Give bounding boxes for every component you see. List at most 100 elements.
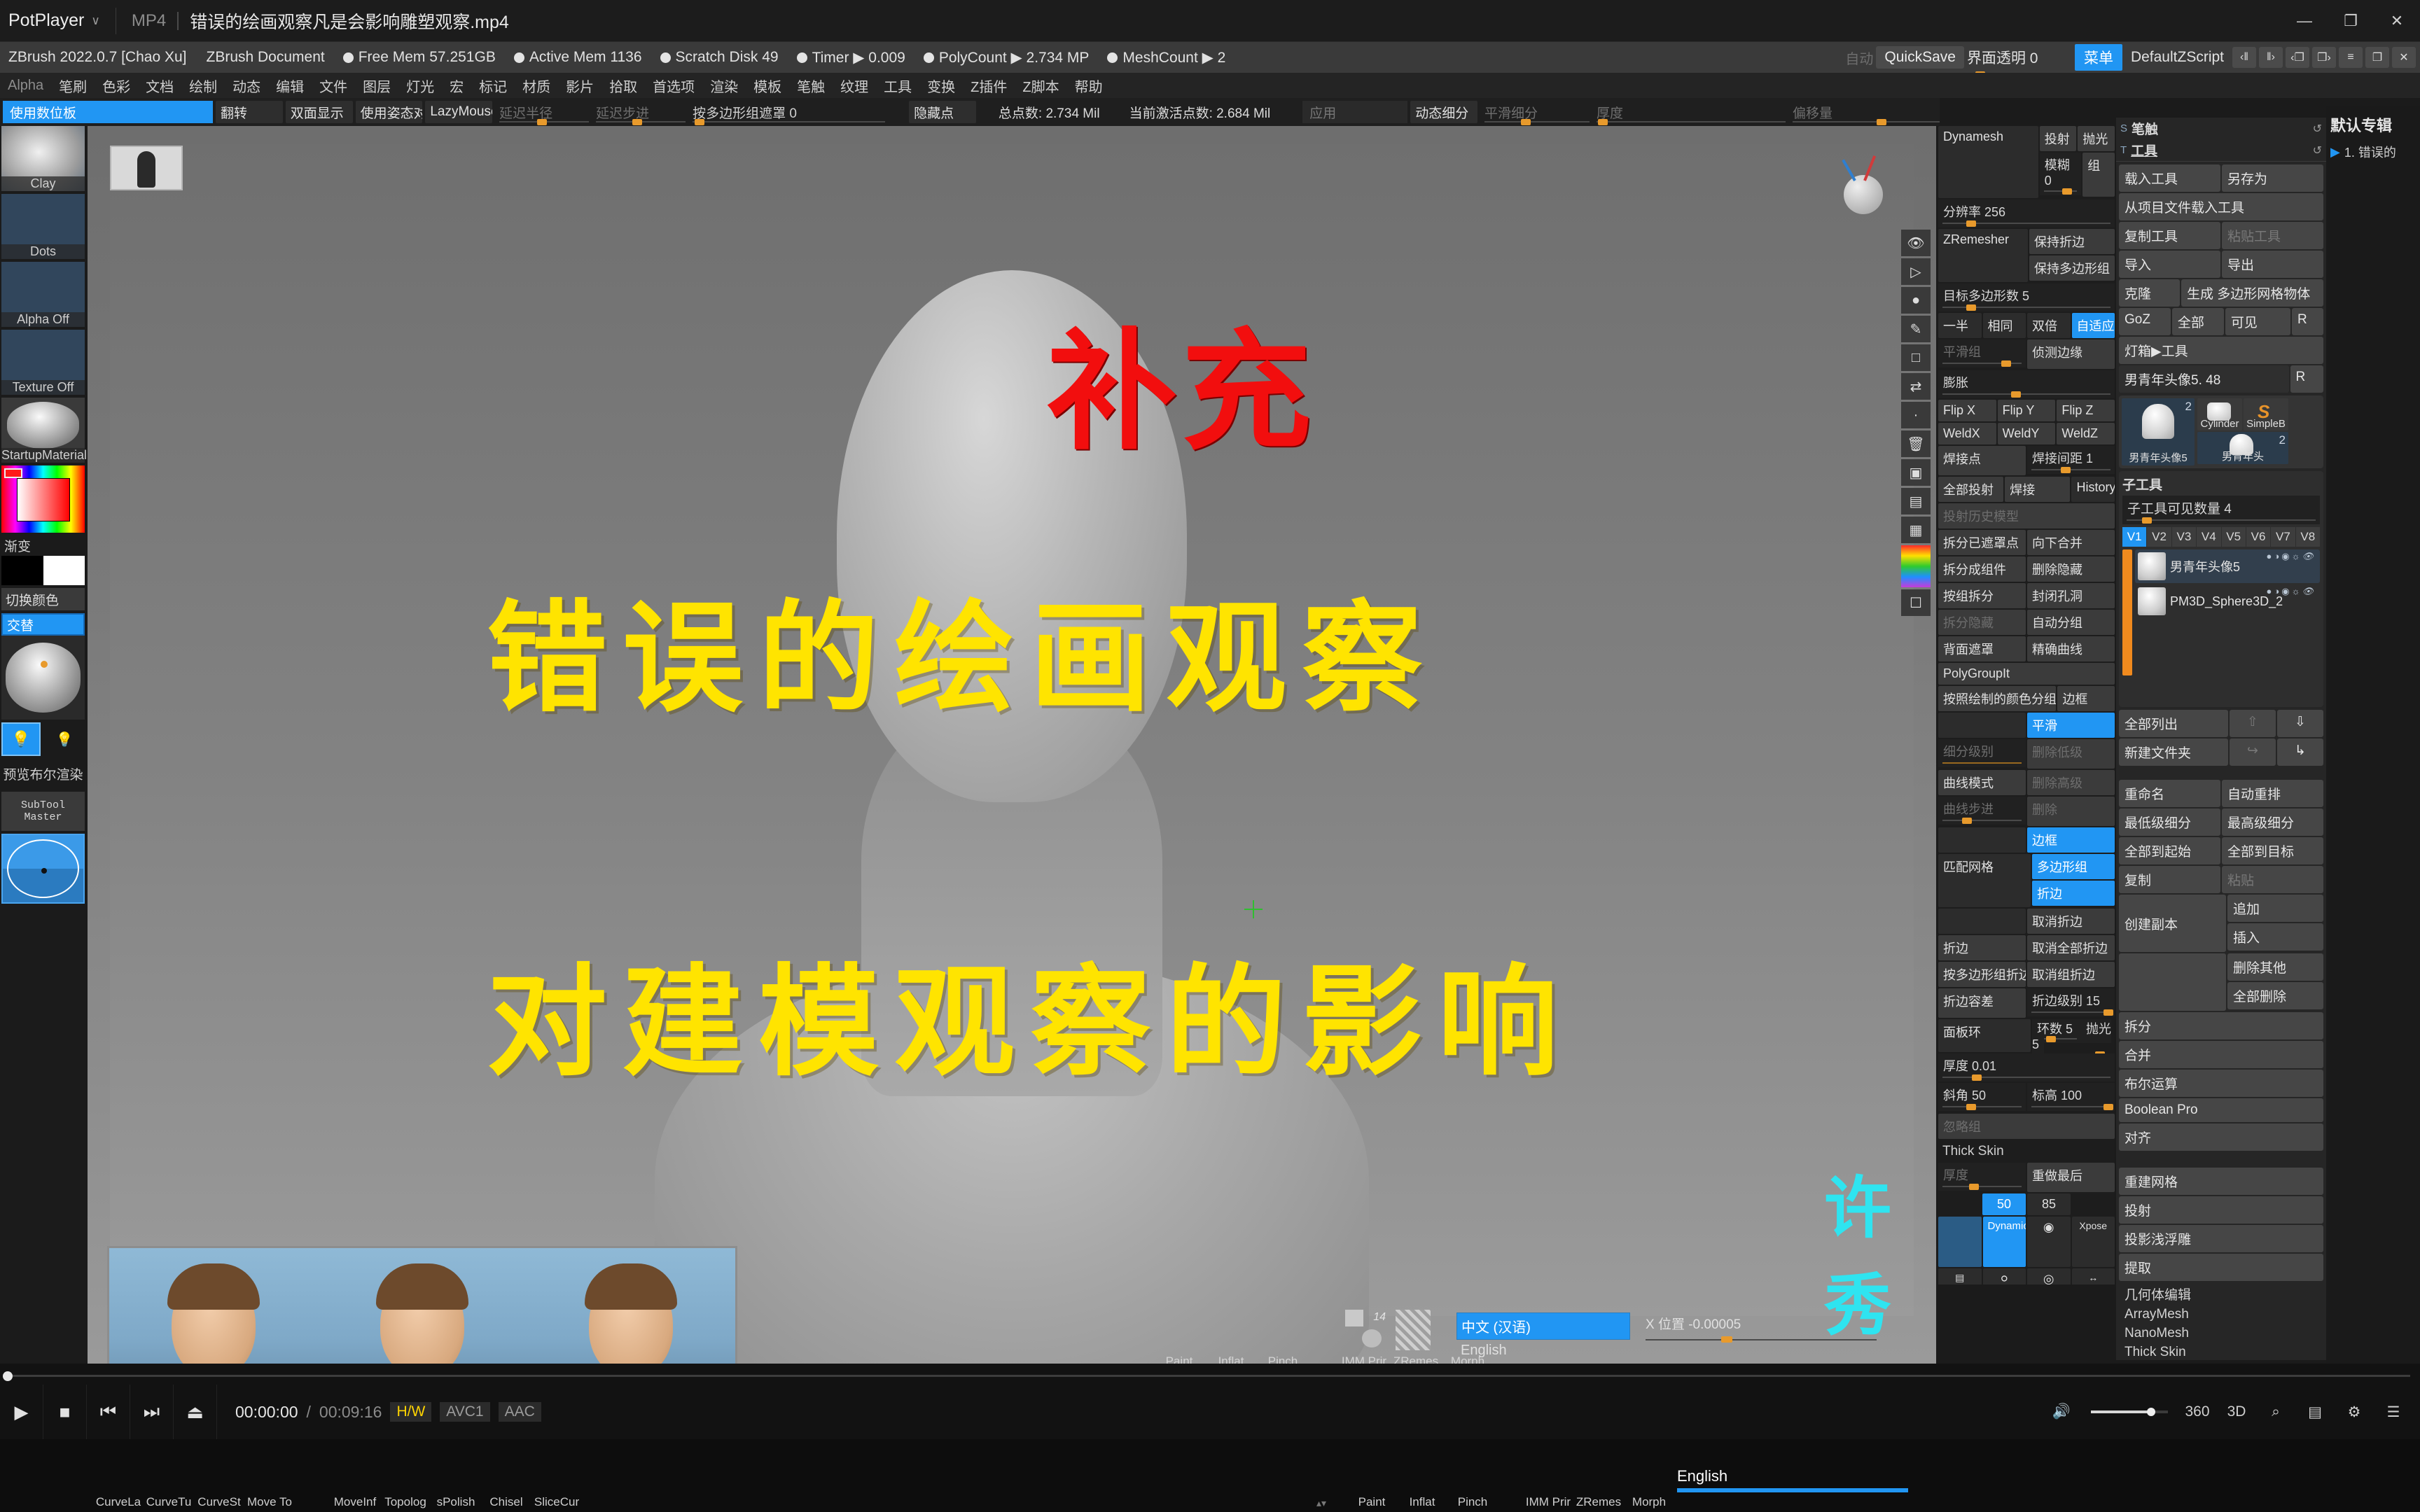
menu-item-document[interactable]: 文档 bbox=[138, 76, 181, 96]
flip-x-button[interactable]: Flip X bbox=[1938, 400, 1996, 421]
curve-mode-button[interactable]: 曲线模式 bbox=[1938, 770, 2026, 795]
history-recall-button[interactable]: HistoryR bbox=[2071, 477, 2115, 502]
extract-section[interactable]: 提取 bbox=[2119, 1254, 2323, 1281]
brush-moveinfinite[interactable]: MoveInf bbox=[334, 1464, 376, 1508]
hw-accel-badge[interactable]: H/W bbox=[390, 1402, 432, 1422]
color-pair[interactable] bbox=[1, 556, 85, 585]
goz-visible-button[interactable]: 可见 bbox=[2225, 308, 2291, 335]
menu-item-color[interactable]: 色彩 bbox=[95, 76, 138, 96]
alpha-swatch[interactable]: Alpha Off bbox=[1, 262, 85, 327]
volume-icon[interactable]: 🔊 bbox=[2042, 1385, 2081, 1439]
load-tool-button[interactable]: 载入工具 bbox=[2119, 164, 2220, 192]
crease-tolerance-label[interactable]: 折边容差 bbox=[1938, 988, 2026, 1018]
accurate-curve-button[interactable]: 精确曲线 bbox=[2027, 636, 2115, 662]
menu-item-edit[interactable]: 编辑 bbox=[268, 76, 312, 96]
chevron-down-icon[interactable]: ∨ bbox=[91, 14, 99, 28]
use-tablet-button[interactable]: 使用数位板 bbox=[3, 101, 213, 123]
flip-z-button[interactable]: Flip Z bbox=[2057, 400, 2115, 421]
brush-slicecurve[interactable]: SliceCur bbox=[534, 1464, 579, 1508]
paste-tool-button[interactable]: 粘贴工具 bbox=[2222, 222, 2323, 249]
subtool-visible-count-slider[interactable]: 子工具可见数量 4 bbox=[2122, 496, 2320, 524]
menu-item-layer[interactable]: 图层 bbox=[355, 76, 398, 96]
subtool-header[interactable]: 子工具 bbox=[2122, 475, 2320, 496]
project-bas-section[interactable]: 投影浅浮雕 bbox=[2119, 1225, 2323, 1252]
brush-zremesher[interactable]: ZRemes bbox=[1393, 1310, 1438, 1368]
slider-knob[interactable] bbox=[1966, 304, 1976, 311]
zremesher-button[interactable]: ZRemesher bbox=[1938, 229, 2028, 282]
project-history-button[interactable]: 投射历史模型 bbox=[1938, 503, 2115, 528]
flip-y-button[interactable]: Flip Y bbox=[1997, 400, 2056, 421]
lazymouse-button[interactable]: LazyMouse bbox=[425, 101, 493, 123]
double-button[interactable]: 双倍 bbox=[2027, 313, 2071, 338]
brush-chisel[interactable]: Chisel bbox=[486, 1464, 527, 1508]
xpose-icon[interactable]: Xpose bbox=[2071, 1217, 2115, 1267]
all-to-target-button[interactable]: 全部到目标 bbox=[2222, 837, 2323, 864]
export-button[interactable]: 导出 bbox=[2222, 251, 2323, 278]
current-tool-r-button[interactable]: R bbox=[2290, 365, 2323, 393]
gizmo-ball-icon[interactable] bbox=[1844, 175, 1883, 214]
slider-knob[interactable] bbox=[2001, 360, 2011, 367]
clone-button[interactable]: 克隆 bbox=[2119, 279, 2180, 307]
alternate-button[interactable]: 交替 bbox=[1, 613, 85, 636]
quicksave-button[interactable]: QuickSave bbox=[1876, 46, 1964, 69]
dynamesh-button[interactable]: Dynamesh bbox=[1938, 126, 2038, 198]
lightbulb-on-icon[interactable]: 💡 bbox=[1, 722, 41, 756]
seek-bar[interactable] bbox=[0, 1371, 2420, 1381]
brush-curvestrap[interactable]: CurveSt bbox=[197, 1464, 240, 1508]
playlist-icon[interactable]: ▤ bbox=[2295, 1385, 2335, 1439]
seek-track[interactable] bbox=[10, 1375, 2410, 1377]
all-to-start-button[interactable]: 全部到起始 bbox=[2119, 837, 2220, 864]
hide-points-button[interactable]: 隐藏点 bbox=[909, 101, 976, 123]
boolean-section[interactable]: 布尔运算 bbox=[2119, 1070, 2323, 1097]
x-position-slider[interactable]: X 位置 -0.00005 bbox=[1646, 1314, 1877, 1343]
color-gradient-icon[interactable] bbox=[1901, 545, 1931, 587]
document-thumbnail[interactable] bbox=[110, 146, 183, 190]
ignore-groups-button[interactable]: 忽略组 bbox=[1938, 1114, 2115, 1139]
subdiv-level-slider[interactable]: 细分级别 bbox=[1938, 739, 2026, 767]
weld-x-button[interactable]: WeldX bbox=[1938, 423, 1996, 444]
split-section[interactable]: 拆分 bbox=[2119, 1012, 2323, 1040]
tool-thumb[interactable]: 2 男青年头 bbox=[2197, 432, 2288, 464]
panel-loops-button[interactable]: 面板环 bbox=[1938, 1019, 2031, 1052]
menu-item-zscript[interactable]: Z脚本 bbox=[1015, 76, 1066, 96]
menu-item-marker[interactable]: 标记 bbox=[471, 76, 515, 96]
brush-pinch[interactable]: Pinch bbox=[1263, 1310, 1303, 1368]
slider-knob[interactable] bbox=[2142, 517, 2152, 524]
gear-icon[interactable]: ⚙ bbox=[2335, 1385, 2374, 1439]
texture-swatch[interactable]: Texture Off bbox=[1, 330, 85, 395]
move-up-icon[interactable]: ⇧ bbox=[2230, 710, 2276, 737]
eye-icon[interactable]: 👁 bbox=[1901, 230, 1931, 256]
seek-knob[interactable] bbox=[3, 1371, 13, 1381]
detect-edges-button[interactable]: 侦测边缘 bbox=[2027, 340, 2115, 369]
brush-palette-header[interactable]: S 笔触 ↺ bbox=[2116, 118, 2326, 139]
stroke-swatch[interactable]: Dots bbox=[1, 194, 85, 259]
backface-mask-button[interactable]: 背面遮罩 bbox=[1938, 636, 2026, 662]
gizmo-preview[interactable] bbox=[1, 834, 85, 904]
brush-paint-2[interactable]: Paint bbox=[1351, 1464, 1392, 1508]
brush-morph-2[interactable]: Morph bbox=[1629, 1464, 1669, 1508]
scale-icon[interactable]: ⇄ bbox=[1901, 373, 1931, 400]
brush-spolish[interactable]: sPolish bbox=[436, 1464, 476, 1508]
uncrease-button[interactable]: 取消折边 bbox=[2027, 909, 2115, 934]
rotate-button[interactable]: 翻转 bbox=[216, 101, 283, 123]
smooth-button[interactable]: 平滑 bbox=[2027, 713, 2115, 738]
menu-item-tool[interactable]: 工具 bbox=[876, 76, 919, 96]
copy-tool-button[interactable]: 复制工具 bbox=[2119, 222, 2220, 249]
eraser-icon[interactable]: □ bbox=[1901, 344, 1931, 371]
smooth-group-slider[interactable]: 平滑组 bbox=[1938, 340, 2026, 368]
close-icon[interactable]: ✕ bbox=[2374, 0, 2420, 42]
switch-color-button[interactable]: 切换颜色 bbox=[1, 588, 85, 610]
slider-knob[interactable] bbox=[1966, 220, 1976, 227]
new-folder-button[interactable]: 新建文件夹 bbox=[2119, 738, 2228, 766]
section-geometry-editing[interactable]: 几何体编辑 bbox=[2125, 1287, 2318, 1306]
layout-prev-icon[interactable]: ‹❐ bbox=[2286, 47, 2309, 68]
tool-thumb[interactable]: 2 男青年头像5 bbox=[2122, 398, 2195, 465]
half-button[interactable]: 一半 bbox=[1938, 313, 1982, 338]
slider-knob[interactable] bbox=[1721, 1336, 1732, 1343]
goz-button[interactable]: GoZ bbox=[2119, 308, 2171, 335]
resize-handle[interactable]: ▴▾ bbox=[1316, 1497, 1326, 1509]
subtool-item[interactable]: PM3D_Sphere3D_2 ●◑◉☼👁 bbox=[2135, 584, 2320, 618]
polygroupit-button[interactable]: PolyGroupIt bbox=[1938, 663, 2115, 685]
slider-knob[interactable] bbox=[1521, 119, 1531, 125]
project-all-button[interactable]: 全部投射 bbox=[1938, 477, 2004, 502]
